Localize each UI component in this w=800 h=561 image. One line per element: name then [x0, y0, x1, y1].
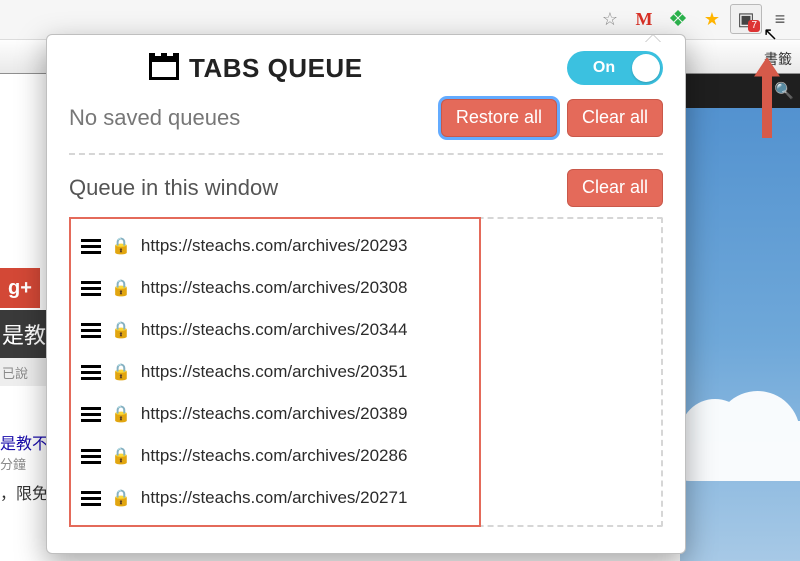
- queue-item-url: https://steachs.com/archives/20286: [141, 446, 407, 466]
- saved-queues-buttons: Restore all Clear all: [441, 99, 663, 137]
- lock-icon: 🔒: [111, 488, 131, 508]
- drag-handle-icon[interactable]: [81, 323, 101, 338]
- page-background-sky: [680, 74, 800, 561]
- drag-handle-icon[interactable]: [81, 491, 101, 506]
- lock-icon: 🔒: [111, 446, 131, 466]
- queue-item[interactable]: 🔒 https://steachs.com/archives/20293: [75, 225, 655, 267]
- queue-heading: Queue in this window: [69, 175, 278, 201]
- page-text-fragment: ，限免: [0, 480, 48, 504]
- extension-badge: 7: [748, 20, 760, 32]
- lock-icon: 🔒: [111, 278, 131, 298]
- drag-handle-icon[interactable]: [81, 365, 101, 380]
- popup-title-text: TABS QUEUE: [189, 53, 363, 84]
- page-heading-fragment: 是教: [0, 310, 50, 358]
- queue-list: 🔒 https://steachs.com/archives/20293 🔒 h…: [69, 217, 663, 527]
- page-link-fragment-1: 是教不 分鐘: [0, 430, 48, 473]
- bookmarks-label: 書籤: [756, 45, 800, 73]
- search-icon: 🔍: [774, 81, 794, 101]
- queue-item-url: https://steachs.com/archives/20308: [141, 278, 407, 298]
- feedly-icon[interactable]: ❖: [662, 4, 694, 34]
- lock-icon: 🔒: [111, 320, 131, 340]
- drag-handle-icon[interactable]: [81, 239, 101, 254]
- tabs-queue-extension-icon[interactable]: ▣7: [730, 4, 762, 34]
- drag-handle-icon[interactable]: [81, 449, 101, 464]
- queue-item-url: https://steachs.com/archives/20293: [141, 236, 407, 256]
- browser-extension-icons: ☆ M ❖ ★ ▣7 ≡: [594, 4, 796, 34]
- bookmark-star-icon[interactable]: ☆: [594, 4, 626, 34]
- saved-queues-row: No saved queues Restore all Clear all: [69, 99, 663, 137]
- tabs-queue-logo-icon: [149, 56, 179, 80]
- popup-header: TABS QUEUE On: [69, 51, 663, 85]
- lock-icon: 🔒: [111, 362, 131, 382]
- cloud-decoration: [680, 421, 800, 481]
- popup-title: TABS QUEUE: [149, 53, 363, 84]
- no-saved-queues-heading: No saved queues: [69, 105, 240, 131]
- queue-item[interactable]: 🔒 https://steachs.com/archives/20351: [75, 351, 655, 393]
- queue-item[interactable]: 🔒 https://steachs.com/archives/20271: [75, 477, 655, 519]
- window-queue-header: Queue in this window Clear all: [69, 169, 663, 207]
- toggle-knob: [632, 54, 660, 82]
- queue-item-url: https://steachs.com/archives/20344: [141, 320, 407, 340]
- drag-handle-icon[interactable]: [81, 407, 101, 422]
- favorite-star-icon[interactable]: ★: [696, 4, 728, 34]
- enable-toggle[interactable]: On: [567, 51, 663, 85]
- queue-item-url: https://steachs.com/archives/20351: [141, 362, 407, 382]
- lock-icon: 🔒: [111, 236, 131, 256]
- chrome-menu-icon[interactable]: ≡: [764, 4, 796, 34]
- page-search-bar: 🔍: [680, 74, 800, 108]
- clear-all-saved-button[interactable]: Clear all: [567, 99, 663, 137]
- queue-item[interactable]: 🔒 https://steachs.com/archives/20308: [75, 267, 655, 309]
- queue-item-url: https://steachs.com/archives/20271: [141, 488, 407, 508]
- queue-item[interactable]: 🔒 https://steachs.com/archives/20286: [75, 435, 655, 477]
- restore-all-button[interactable]: Restore all: [441, 99, 557, 137]
- tabs-queue-popup: TABS QUEUE On No saved queues Restore al…: [46, 34, 686, 554]
- queue-item[interactable]: 🔒 https://steachs.com/archives/20344: [75, 309, 655, 351]
- queue-item-url: https://steachs.com/archives/20389: [141, 404, 407, 424]
- google-plus-badge: g+: [0, 268, 40, 308]
- page-subheading-fragment: 已說: [0, 358, 50, 386]
- toggle-label: On: [593, 59, 615, 77]
- drag-handle-icon[interactable]: [81, 281, 101, 296]
- clear-all-window-button[interactable]: Clear all: [567, 169, 663, 207]
- divider: [69, 153, 663, 155]
- lock-icon: 🔒: [111, 404, 131, 424]
- queue-item[interactable]: 🔒 https://steachs.com/archives/20389: [75, 393, 655, 435]
